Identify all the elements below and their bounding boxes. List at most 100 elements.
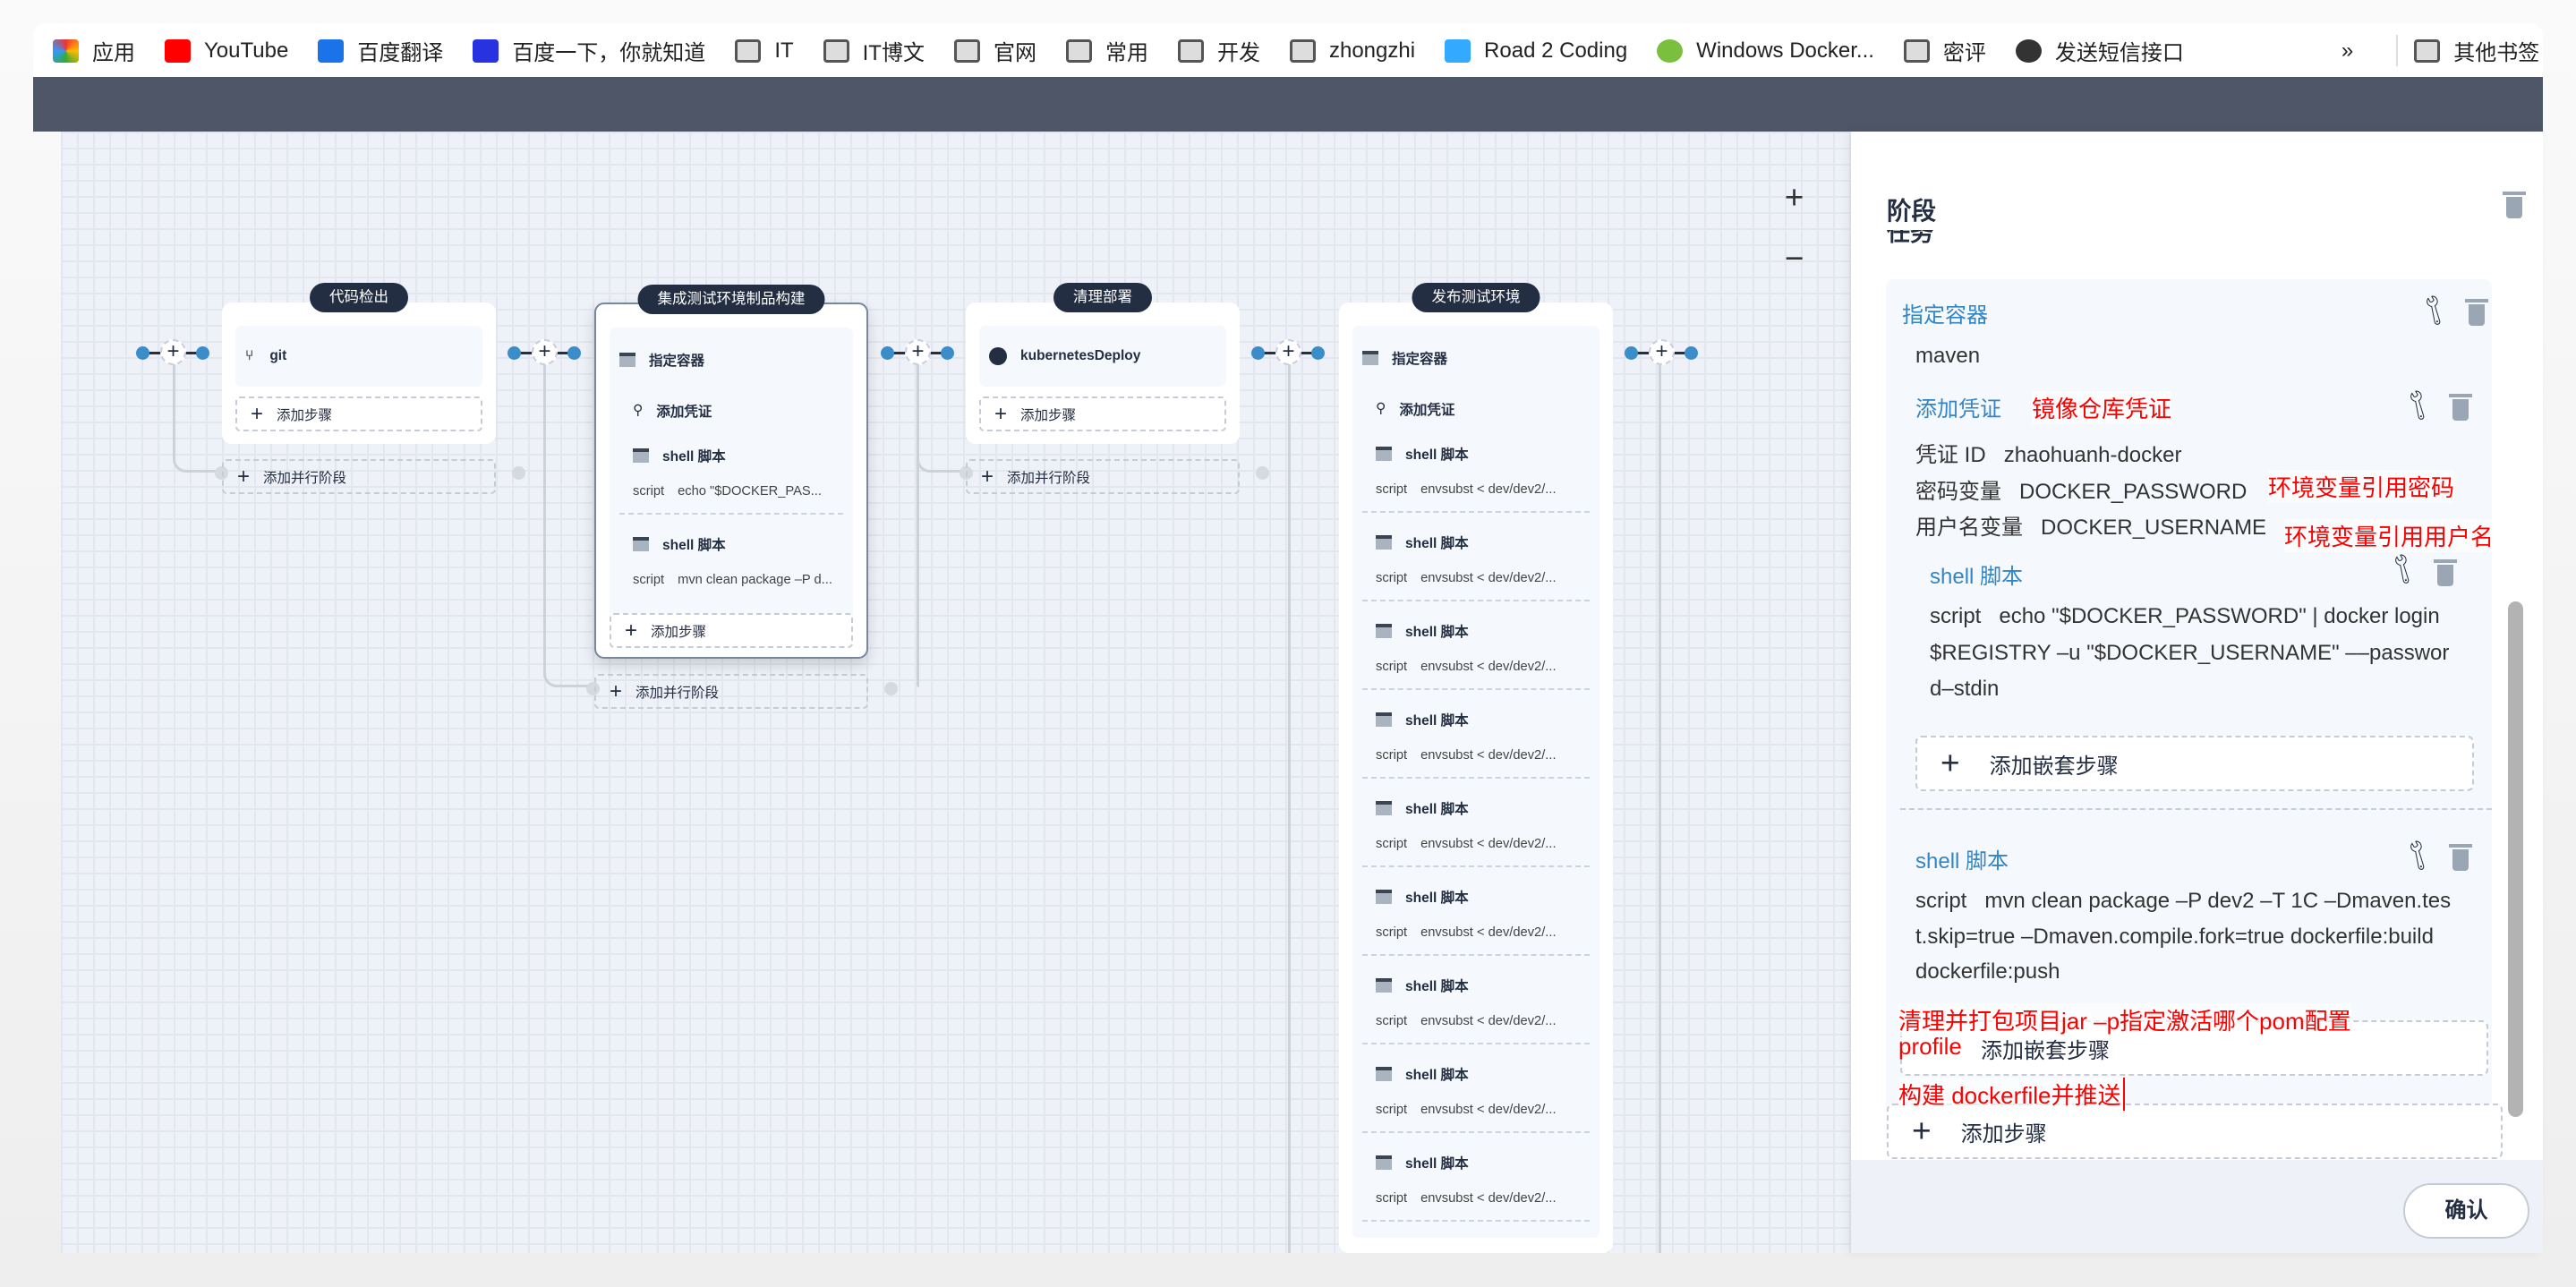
add-stage-button[interactable]: + xyxy=(905,339,931,365)
delete-stage-icon[interactable] xyxy=(2503,192,2526,218)
step-shell[interactable]: shell 脚本 xyxy=(1362,1143,1590,1182)
cred-id-value: zhaohuanh-docker xyxy=(2003,443,2182,467)
step-shell[interactable]: shell 脚本 xyxy=(619,436,843,475)
step-shell[interactable]: shell 脚本 xyxy=(1362,611,1590,651)
bookmark-item[interactable]: 百度翻译 xyxy=(318,35,443,66)
shell2-title: shell 脚本 xyxy=(1915,849,2009,874)
add-parallel-stage-button[interactable]: + 添加并行阶段 xyxy=(222,459,496,494)
step-title: shell 脚本 xyxy=(1405,891,1469,906)
bookmark-other[interactable]: 其他书签 xyxy=(2396,35,2539,66)
stage-title[interactable]: 清理部署 xyxy=(1053,283,1152,312)
script-value: echo "$DOCKER_PAS... xyxy=(678,484,822,499)
bookmark-label: 百度翻译 xyxy=(357,41,444,65)
zoom-out-button[interactable]: − xyxy=(1778,228,1811,289)
bookmark-item[interactable]: 百度一下，你就知道 xyxy=(473,35,705,66)
add-parallel-stage-button[interactable]: + 添加并行阶段 xyxy=(966,459,1240,494)
browser-window: 应用 YouTube 百度翻译 百度一下，你就知道 IT IT博文 官网 常用 开发 zhongz… xyxy=(0,0,2576,1287)
add-stage-button[interactable]: + xyxy=(160,339,186,365)
script-label: script xyxy=(633,484,665,499)
plus-icon: + xyxy=(1912,1112,1932,1149)
trash-icon[interactable] xyxy=(2449,844,2472,871)
bookmark-item[interactable]: Road 2 Coding xyxy=(1445,38,1627,64)
stage-card[interactable]: 清理部署 kubernetesDeploy + 添加步骤 xyxy=(966,283,1240,444)
add-stage-button[interactable]: + xyxy=(532,339,558,365)
panel-title: 阶段 xyxy=(1887,197,1936,225)
zoom-in-button[interactable]: + xyxy=(1778,167,1811,228)
add-nested-label: 添加嵌套步骤 xyxy=(1989,754,2119,779)
bookmark-item[interactable]: IT博文 xyxy=(823,35,925,66)
bookmark-item[interactable]: YouTube xyxy=(165,38,288,64)
stage-title[interactable]: 代码检出 xyxy=(310,283,408,312)
add-parallel-stage-button[interactable]: + 添加并行阶段 xyxy=(594,674,868,709)
scrollbar[interactable] xyxy=(2508,601,2523,1117)
bookmark-item[interactable]: 应用 xyxy=(53,35,135,66)
trash-icon[interactable] xyxy=(2449,394,2472,421)
step-shell[interactable]: shell 脚本 xyxy=(1362,788,1590,828)
folder-icon xyxy=(735,38,762,63)
user-var-value: DOCKER_USERNAME xyxy=(2041,516,2267,540)
add-nested-label: 添加嵌套步骤 xyxy=(1981,1038,2110,1063)
add-step-button[interactable]: + 添加步骤 xyxy=(610,613,853,648)
add-step-button[interactable]: + 添加步骤 xyxy=(979,396,1226,431)
stage-title[interactable]: 集成测试环境制品构建 xyxy=(637,285,825,314)
script-value: envsubst < dev/dev2/... xyxy=(1420,748,1557,763)
step-cred[interactable]: ⚲ 添加凭证 xyxy=(1362,383,1590,434)
step-title: shell 脚本 xyxy=(1405,713,1469,729)
add-step-button[interactable]: + 添加步骤 xyxy=(235,396,482,431)
step-shell[interactable]: shell 脚本 xyxy=(1362,700,1590,739)
step-shell[interactable]: shell 脚本 xyxy=(1362,523,1590,562)
connector-dot xyxy=(1311,346,1325,360)
bookmark-item[interactable]: 开发 xyxy=(1177,35,1260,66)
step-title: shell 脚本 xyxy=(1405,1156,1469,1172)
key-icon: ⚲ xyxy=(1376,401,1386,416)
add-step-label: 添加步骤 xyxy=(651,624,707,640)
step-title: 添加凭证 xyxy=(656,404,712,420)
stage-card[interactable]: 集成测试环境制品构建 指定容器 ⚲ 添加凭证 shell 脚本 script echo "$… xyxy=(594,285,868,659)
add-stage-button[interactable]: + xyxy=(1649,339,1675,365)
branch-line xyxy=(917,364,966,473)
stage-connector: + xyxy=(881,339,956,365)
trash-icon[interactable] xyxy=(2465,299,2488,326)
add-parallel-label: 添加并行阶段 xyxy=(1007,470,1091,486)
stage-title[interactable]: 发布测试环境 xyxy=(1412,283,1540,312)
step-shell[interactable]: shell 脚本 xyxy=(1362,966,1590,1005)
step-script: script envsubst < dev/dev2/... xyxy=(1362,739,1590,779)
bookmark-item[interactable]: 发送短信接口 xyxy=(2015,35,2184,66)
terminal-icon xyxy=(1376,624,1392,638)
bookmark-item[interactable]: IT xyxy=(735,38,794,64)
bookmark-item[interactable]: Windows Docker... xyxy=(1657,38,1874,64)
folder-icon xyxy=(1289,38,1316,63)
step-shell[interactable]: shell 脚本 xyxy=(1362,877,1590,916)
step-script: script envsubst < dev/dev2/... xyxy=(1362,473,1590,513)
step-shell[interactable]: shell 脚本 xyxy=(1362,434,1590,473)
confirm-button[interactable]: 确认 xyxy=(2403,1183,2529,1239)
stage-card[interactable]: 发布测试环境 指定容器 ⚲ 添加凭证 shell 脚本 script envsubst < … xyxy=(1339,283,1613,1253)
step-git[interactable]: ⑂ git xyxy=(245,332,473,379)
stage-card[interactable]: 代码检出 ⑂ git + 添加步骤 xyxy=(222,283,496,444)
bookmarks-overflow-button[interactable]: » xyxy=(2341,38,2353,64)
apps-grid-icon xyxy=(53,38,79,63)
add-step-button[interactable]: + 添加步骤 xyxy=(1887,1104,2503,1159)
script-line: dockerfile:push xyxy=(1915,959,2060,984)
script-value: envsubst < dev/dev2/... xyxy=(1420,1191,1557,1206)
step-cred[interactable]: ⚲ 添加凭证 xyxy=(619,385,843,436)
terminal-icon xyxy=(633,448,649,463)
bookmark-label: YouTube xyxy=(204,38,289,63)
docker-doc-icon xyxy=(1657,38,1684,63)
bookmark-item[interactable]: zhongzhi xyxy=(1289,38,1415,64)
step-k8s[interactable]: kubernetesDeploy xyxy=(989,332,1216,379)
add-stage-button[interactable]: + xyxy=(1275,339,1301,365)
bookmark-item[interactable]: 密评 xyxy=(1903,35,1986,66)
step-container[interactable]: 指定容器 xyxy=(619,334,843,385)
bookmark-item[interactable]: 常用 xyxy=(1065,35,1148,66)
step-shell[interactable]: shell 脚本 xyxy=(1362,1054,1590,1094)
add-nested-step-button[interactable]: + 添加嵌套步骤 xyxy=(1915,736,2474,791)
step-container[interactable]: 指定容器 xyxy=(1362,332,1590,383)
step-shell[interactable]: shell 脚本 xyxy=(619,524,843,564)
bookmark-item[interactable]: 官网 xyxy=(953,35,1036,66)
trash-icon[interactable] xyxy=(2434,559,2457,586)
pipeline-canvas[interactable]: + − + + + + + + 添加并行阶段 代码检出 ⑂ git + 添加步骤 + 添加并行阶段 集成测试… xyxy=(61,132,1851,1253)
